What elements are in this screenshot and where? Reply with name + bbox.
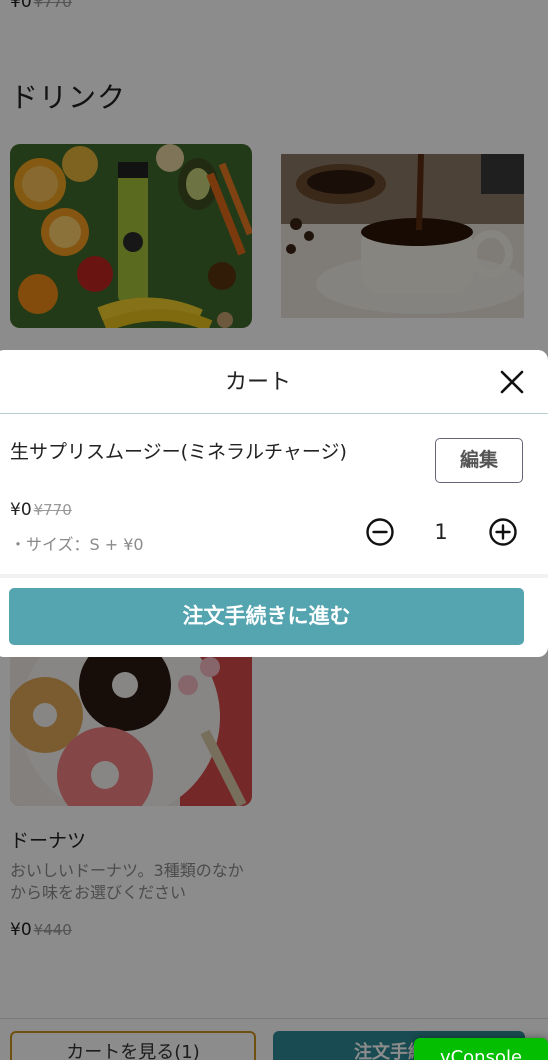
edit-button[interactable]: 編集 [435, 438, 523, 483]
plus-circle-icon[interactable] [488, 517, 518, 547]
close-icon[interactable] [497, 367, 527, 397]
divider [0, 574, 548, 578]
price-original: ¥770 [33, 501, 72, 519]
cart-item-name: 生サプリスムージー(ミネラルチャージ) [10, 441, 347, 463]
menu-page: ¥0 ¥770 ドリンク ドーナツ おいしいドーナツ。3種類のなかから味をお選び… [0, 0, 548, 1060]
minus-circle-icon[interactable] [365, 517, 395, 547]
price-current: ¥0 [10, 500, 32, 520]
cart-header: カート [0, 350, 548, 414]
cart-title: カート [224, 370, 291, 395]
proceed-to-checkout-button[interactable]: 注文手続きに進む [9, 588, 524, 645]
cart-item-price: ¥0 ¥770 [10, 500, 72, 520]
cart-item-option: ・サイズ：S + ¥0 [10, 535, 144, 554]
cart-modal: カート 生サプリスムージー(ミネラルチャージ) ¥0 ¥770 ・サイズ：S + … [0, 350, 548, 657]
quantity-value: 1 [434, 520, 448, 544]
vconsole-button[interactable]: vConsole [414, 1038, 548, 1060]
